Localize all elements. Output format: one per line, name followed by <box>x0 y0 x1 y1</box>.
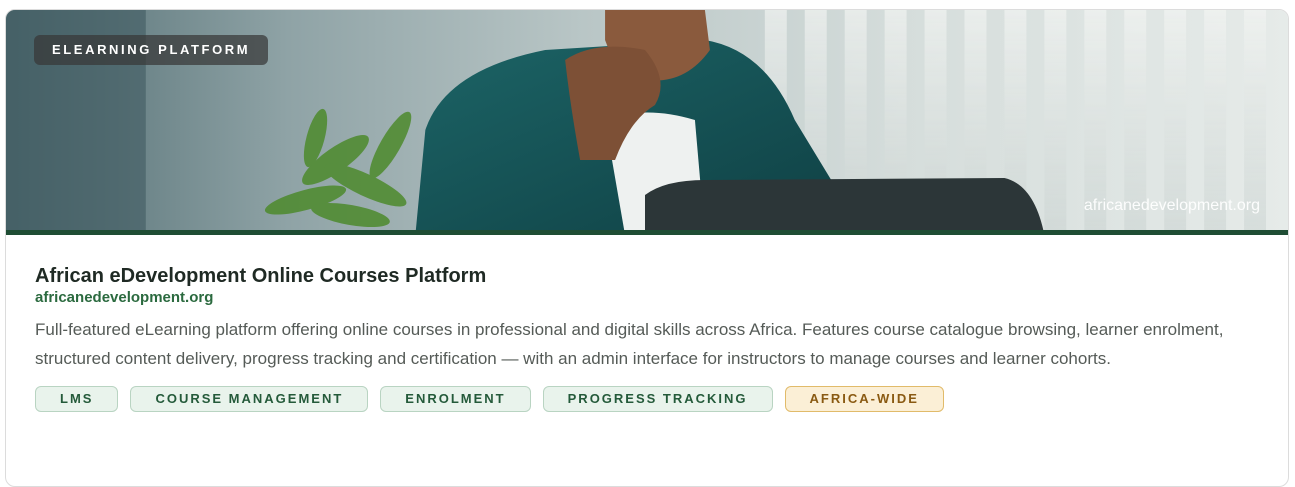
tag-africa-wide: AFRICA-WIDE <box>784 386 944 412</box>
site-link[interactable]: africanedevelopment.org <box>35 288 213 308</box>
category-badge: ELEARNING PLATFORM <box>34 35 269 65</box>
tag-list: LMS COURSE MANAGEMENT ENROLMENT PROGRESS… <box>35 386 1288 412</box>
card-body: African eDevelopment Online Courses Plat… <box>6 235 1288 412</box>
project-card: ELEARNING PLATFORM africanedevelopment.o… <box>5 9 1289 487</box>
tag-lms: LMS <box>35 386 119 412</box>
tag-course-management: COURSE MANAGEMENT <box>130 386 369 412</box>
tag-progress-tracking: PROGRESS TRACKING <box>542 386 773 412</box>
hero-image: ELEARNING PLATFORM africanedevelopment.o… <box>6 10 1288 235</box>
card-title: African eDevelopment Online Courses Plat… <box>35 265 487 287</box>
hero-watermark-url: africanedevelopment.org <box>1083 197 1260 214</box>
card-description: Full-featured eLearning platform offerin… <box>35 320 1224 368</box>
tag-enrolment: ENROLMENT <box>380 386 531 412</box>
hero-accent-bar <box>6 230 1288 235</box>
